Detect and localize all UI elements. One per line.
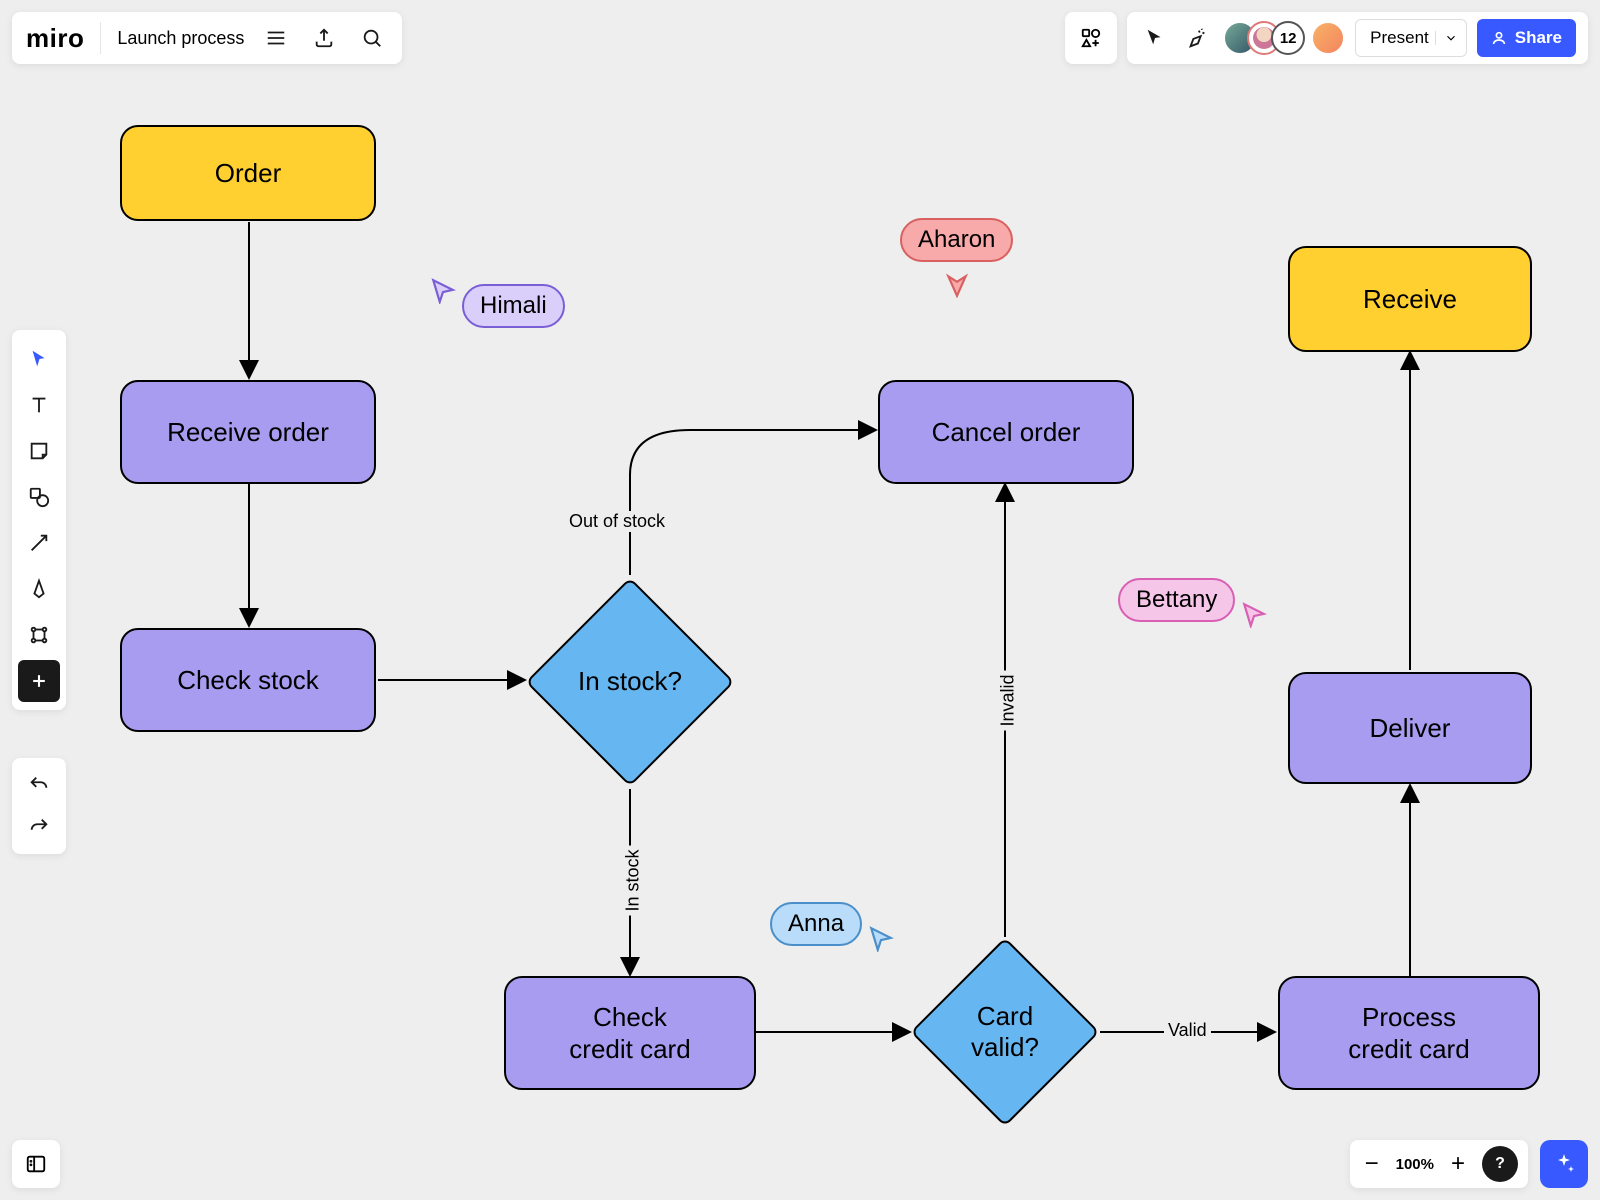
node-process-credit-card[interactable]: Process credit card [1278,976,1540,1090]
zoom-value[interactable]: 100% [1396,1156,1434,1173]
edge-label-in-stock: In stock [623,845,644,915]
tool-frame[interactable] [18,614,60,656]
avatar-self[interactable] [1311,21,1345,55]
cursor-bettany: Bettany [1118,572,1267,628]
node-receive[interactable]: Receive [1288,246,1532,352]
present-label: Present [1370,28,1429,48]
tool-sticky-note[interactable] [18,430,60,472]
search-icon[interactable] [356,22,388,54]
avatar-overflow-count[interactable]: 12 [1271,21,1305,55]
tool-shape[interactable] [18,476,60,518]
cursor-label: Aharon [900,218,1013,262]
undo-redo-toolbar [12,758,66,854]
left-toolbar [12,330,66,710]
node-cancel-order[interactable]: Cancel order [878,380,1134,484]
cursor-label: Himali [462,284,565,328]
node-in-stock-label: In stock? [556,608,704,756]
board-title[interactable]: Launch process [117,28,244,49]
divider [100,22,101,54]
share-label: Share [1515,28,1562,48]
tool-text[interactable] [18,384,60,426]
collaborator-avatars[interactable]: 12 [1223,21,1345,55]
reactions-icon[interactable] [1181,22,1213,54]
tool-select[interactable] [18,338,60,380]
board-canvas[interactable]: Out of stock In stock Invalid Valid Orde… [0,0,1600,1200]
edge-label-out-of-stock: Out of stock [565,511,669,532]
tool-pen[interactable] [18,568,60,610]
cursor-anna: Anna [770,896,894,952]
export-icon[interactable] [308,22,340,54]
bottom-right-controls: − 100% + ? [1350,1140,1588,1188]
share-button[interactable]: Share [1477,19,1576,57]
undo-button[interactable] [18,764,60,806]
node-order[interactable]: Order [120,125,376,221]
main-menu-icon[interactable] [260,22,292,54]
help-button[interactable]: ? [1482,1146,1518,1182]
zoom-control: − 100% + ? [1350,1140,1528,1188]
cursor-label: Anna [770,902,862,946]
cursor-mode-icon[interactable] [1139,22,1171,54]
node-card-valid-label: Card valid? [938,965,1072,1099]
chevron-down-icon[interactable] [1435,31,1458,45]
top-right-toolbar: 12 Present Share [1065,12,1588,64]
panel-toggle-button[interactable] [12,1140,60,1188]
tool-connector[interactable] [18,522,60,564]
collab-controls: 12 Present Share [1127,12,1588,64]
top-left-toolbar: miro Launch process [12,12,402,64]
edge-label-invalid: Invalid [998,670,1019,730]
miro-logo[interactable]: miro [26,23,84,54]
cursor-label: Bettany [1118,578,1235,622]
present-button[interactable]: Present [1355,19,1467,57]
ai-assist-button[interactable] [1540,1140,1588,1188]
node-card-valid-decision[interactable]: Card valid? [938,965,1072,1099]
apps-button[interactable] [1065,12,1117,64]
edge-label-valid: Valid [1164,1020,1211,1041]
node-deliver[interactable]: Deliver [1288,672,1532,784]
zoom-out-button[interactable]: − [1360,1152,1384,1176]
node-in-stock-decision[interactable]: In stock? [556,608,704,756]
tool-add-more[interactable] [18,660,60,702]
node-receive-order[interactable]: Receive order [120,380,376,484]
node-check-stock[interactable]: Check stock [120,628,376,732]
node-check-credit-card[interactable]: Check credit card [504,976,756,1090]
zoom-in-button[interactable]: + [1446,1152,1470,1176]
cursor-himali: Himali [430,254,565,328]
cursor-aharon: Aharon [900,218,1013,298]
redo-button[interactable] [18,806,60,848]
